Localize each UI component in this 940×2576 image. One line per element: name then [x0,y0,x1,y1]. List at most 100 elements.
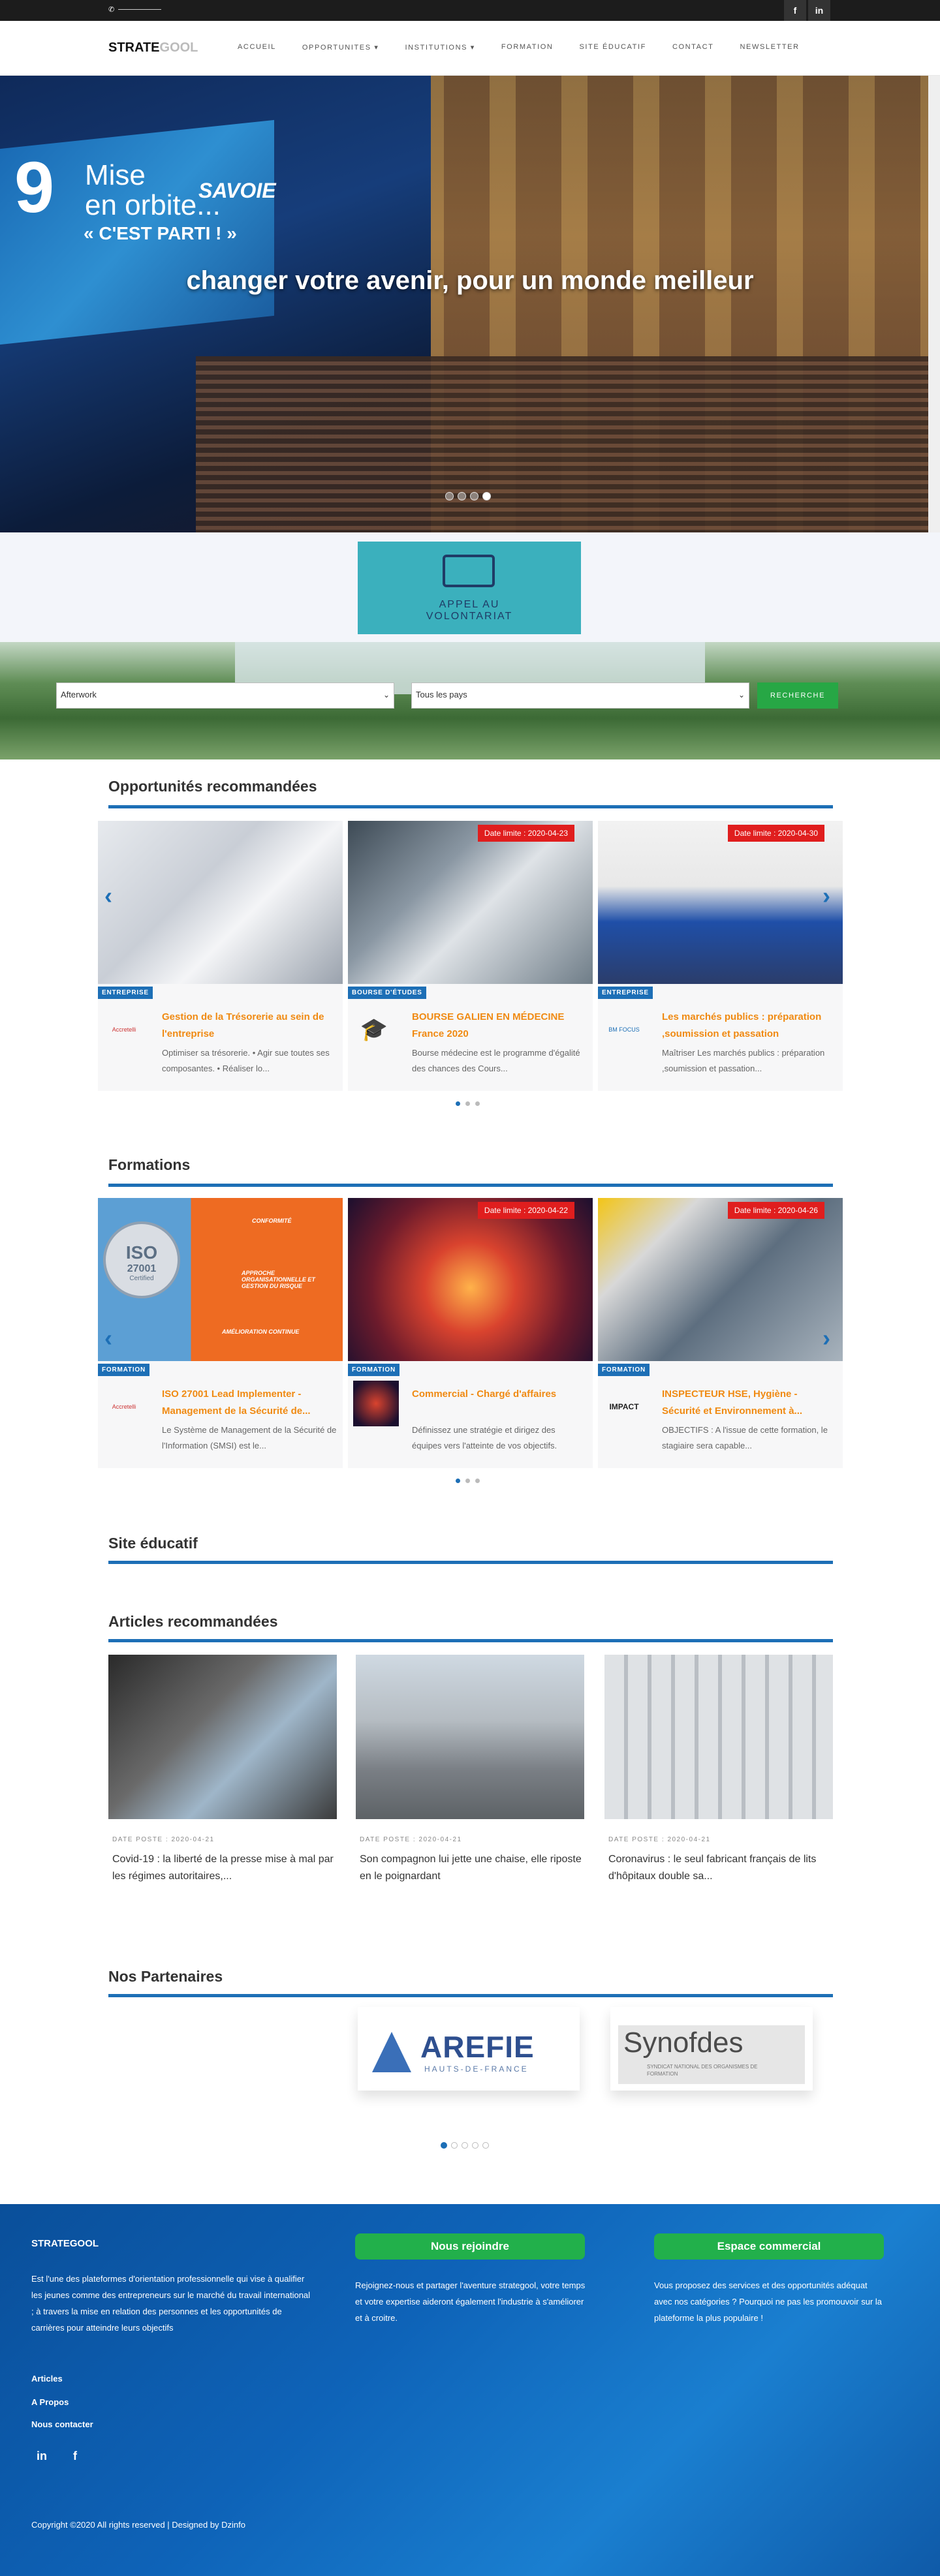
article-image [108,1655,337,1819]
section-title-articles: Articles recommandées [108,1613,278,1630]
nav-item-institutions[interactable]: INSTITUTIONS ▾ [405,43,475,52]
carousel-next-arrow[interactable]: › [822,882,830,910]
carousel-dot-active[interactable] [456,1101,460,1106]
footer-description: Est l'une des plateformes d'orientation … [31,2274,311,2333]
category-badge: FORMATION [348,1364,400,1376]
carousel-dot[interactable] [482,2142,489,2149]
country-select[interactable]: Tous les pays ⌄ [411,682,749,709]
linkedin-icon[interactable]: in [808,0,830,21]
nav-item-site-educatif[interactable]: SITE ÉDUCATIF [579,43,646,52]
card-image: ISO 27001 Certified CONFORMITÉ APPROCHE … [98,1198,343,1361]
article-card[interactable]: DATE POSTE : 2020-04-21 Son compagnon lu… [356,1655,584,1885]
iso-item: CONFORMITÉ [252,1218,292,1224]
article-date: DATE POSTE : 2020-04-21 [112,1836,215,1843]
carousel-dot[interactable] [472,2142,478,2149]
category-select-value: Afterwork [61,690,97,699]
join-us-button[interactable]: Nous rejoindre [355,2233,585,2260]
formation-card[interactable]: Date limite : 2020-04-26 FORMATION IMPAC… [598,1198,843,1468]
opportunity-card[interactable]: ENTREPRISE Accretelli Gestion de la Trés… [98,821,343,1091]
carousel-dot[interactable] [451,2142,458,2149]
card-title[interactable]: INSPECTEUR HSE, Hygiène - Sécurité et En… [662,1386,837,1420]
iso-item: APPROCHE ORGANISATIONNELLE ET GESTION DU… [242,1270,315,1289]
country-select-value: Tous les pays [416,690,467,699]
megaphone-icon [443,555,495,587]
chevron-down-icon: ⌄ [738,690,745,699]
facebook-icon[interactable]: f [784,0,806,21]
nav-item-formation[interactable]: FORMATION [501,43,554,52]
carousel-dot[interactable] [465,1479,470,1483]
carousel-dot-active[interactable] [456,1479,460,1483]
opportunity-card[interactable]: Date limite : 2020-04-23 BOURSE D'ÉTUDES… [348,821,593,1091]
card-title[interactable]: Gestion de la Trésorerie au sein de l'en… [162,1009,337,1043]
carousel-prev-arrow[interactable]: ‹ [104,1325,112,1352]
search-section: Afterwork ⌄ Tous les pays ⌄ RECHERCHE [0,642,940,759]
top-bar: ✆ f in [0,0,940,21]
facebook-icon[interactable]: f [73,2449,77,2463]
footer-link-contact[interactable]: Nous contacter [31,2419,93,2429]
nav-menu: ACCUEIL OPPORTUNITES ▾ INSTITUTIONS ▾ FO… [238,43,826,52]
banner-line1: APPEL AU [439,599,500,610]
article-title[interactable]: Son compagnon lui jette une chaise, elle… [356,1851,584,1885]
top-social-links: f in [784,0,830,21]
carousel-dot[interactable] [465,1101,470,1106]
section-title-partenaires: Nos Partenaires [108,1968,223,1985]
carousel-prev-arrow[interactable]: ‹ [104,882,112,910]
category-select[interactable]: Afterwork ⌄ [56,682,394,709]
article-card[interactable]: DATE POSTE : 2020-04-21 Covid-19 : la li… [108,1655,337,1885]
card-title[interactable]: Commercial - Chargé d'affaires [412,1386,587,1420]
opportunity-card[interactable]: Date limite : 2020-04-30 ENTREPRISE BM F… [598,821,843,1091]
linkedin-icon[interactable]: in [37,2449,47,2463]
opportunites-carousel: ENTREPRISE Accretelli Gestion de la Trés… [98,821,843,1091]
carousel-dot[interactable] [462,2142,468,2149]
footer-link-a-propos[interactable]: A Propos [31,2397,69,2407]
phone-contact[interactable]: ✆ [108,5,162,14]
partner-logo-arefie[interactable]: AREFIE HAUTS-DE-FRANCE [358,2007,580,2091]
hero-dot[interactable] [445,492,454,500]
category-badge: FORMATION [598,1364,650,1376]
volunteer-banner[interactable]: APPEL AU VOLONTARIAT [358,542,581,634]
card-title[interactable]: BOURSE GALIEN EN MÉDECINE France 2020 [412,1009,587,1043]
partner-logo-synofdes[interactable]: Synofdes SYNDICAT NATIONAL DES ORGANISME… [610,2007,813,2091]
nav-item-contact[interactable]: CONTACT [672,43,714,52]
commercial-space-button[interactable]: Espace commercial [654,2233,884,2260]
hero-dot-active[interactable] [482,492,491,500]
carousel-next-arrow[interactable]: › [822,1325,830,1352]
footer-link-articles[interactable]: Articles [31,2374,63,2384]
carousel-dot-active[interactable] [441,2142,447,2149]
partner-name: Synofdes [623,2027,744,2059]
provider-logo: Accretelli [112,1403,136,1410]
search-button[interactable]: RECHERCHE [757,682,838,709]
iso-badge-certified: Certified [129,1275,154,1282]
hero-title: changer votre avenir, pour un monde meil… [186,266,754,295]
article-title[interactable]: Covid-19 : la liberté de la presse mise … [108,1851,337,1885]
category-badge: ENTREPRISE [98,987,153,999]
hero-dot[interactable] [458,492,466,500]
chevron-down-icon: ⌄ [383,690,390,699]
category-badge: ENTREPRISE [598,987,653,999]
hero-pagination [445,492,491,500]
carousel-dot[interactable] [475,1479,480,1483]
article-title[interactable]: Coronavirus : le seul fabricant français… [604,1851,833,1885]
hero-slider: 9 Mise en orbite... « C'EST PARTI ! » SA… [0,76,940,532]
iso-badge-label: ISO [125,1242,158,1263]
nav-item-opportunites[interactable]: OPPORTUNITES ▾ [302,43,379,52]
site-logo[interactable]: STRATEGOOL [108,40,198,55]
banner-line2: VOLONTARIAT [426,611,513,622]
carousel-dot[interactable] [475,1101,480,1106]
card-image [98,821,343,984]
logo-light: GOOL [159,40,198,55]
arefie-triangle-icon [372,2032,411,2072]
nav-item-newsletter[interactable]: NEWSLETTER [740,43,799,52]
copyright: Copyright ©2020 All rights reserved | De… [31,2520,246,2530]
formation-card[interactable]: ISO 27001 Certified CONFORMITÉ APPROCHE … [98,1198,343,1468]
hero-dot[interactable] [470,492,478,500]
deadline-badge: Date limite : 2020-04-26 [727,1202,824,1219]
card-title[interactable]: Les marchés publics : préparation ,soumi… [662,1009,837,1043]
banner-text: APPEL AU VOLONTARIAT [358,599,581,622]
section-divider [108,805,833,808]
nav-item-accueil[interactable]: ACCUEIL [238,43,276,52]
formation-card[interactable]: Date limite : 2020-04-22 FORMATION Comme… [348,1198,593,1468]
hero-screen-number: 9 [14,147,55,228]
card-title[interactable]: ISO 27001 Lead Implementer - Management … [162,1386,337,1420]
article-card[interactable]: DATE POSTE : 2020-04-21 Coronavirus : le… [604,1655,833,1885]
